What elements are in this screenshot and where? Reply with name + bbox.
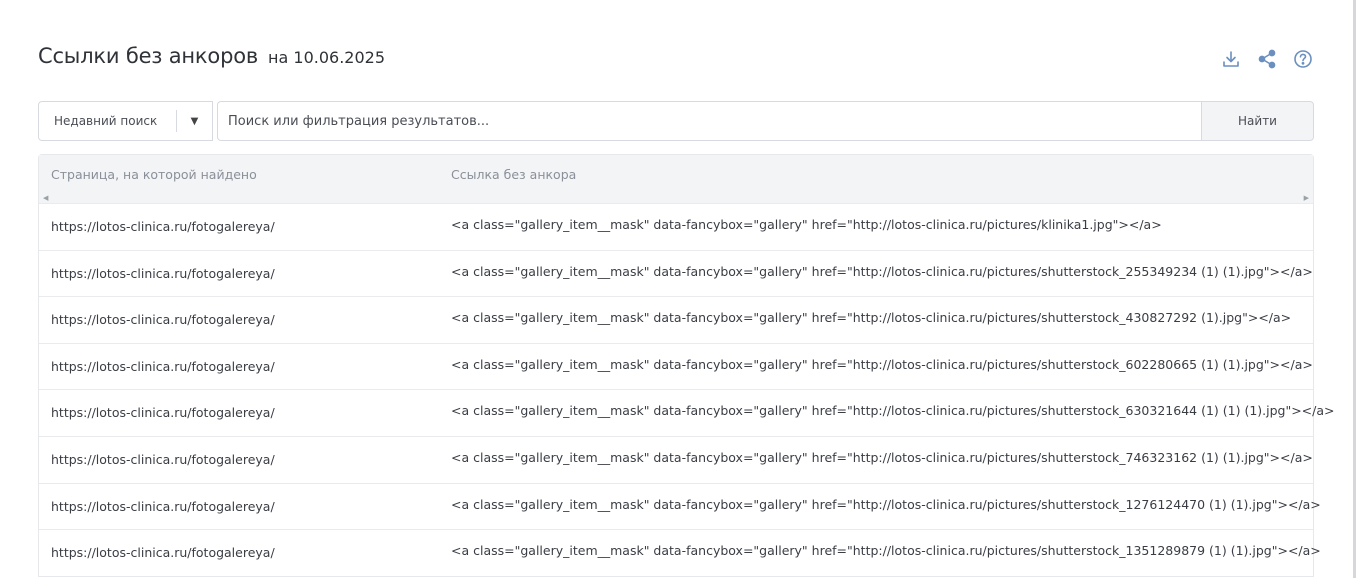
table-row[interactable]: https://lotos-clinica.ru/fotogalereya/ <… xyxy=(39,203,1313,250)
page-url-cell[interactable]: https://lotos-clinica.ru/fotogalereya/ xyxy=(51,405,275,420)
recent-search-label: Недавний поиск xyxy=(54,114,158,128)
results-table: Страница, на которой найдено Ссылка без … xyxy=(38,154,1335,577)
page-url-cell[interactable]: https://lotos-clinica.ru/fotogalereya/ xyxy=(51,219,275,234)
table-row[interactable]: https://lotos-clinica.ru/fotogalereya/ <… xyxy=(39,482,1321,530)
table-row[interactable]: https://lotos-clinica.ru/fotogalereya/ <… xyxy=(39,249,1313,297)
table-header: Страница, на которой найдено Ссылка без … xyxy=(39,155,1313,203)
download-icon[interactable] xyxy=(1220,48,1242,70)
link-cell: <a class="gallery_item__mask" data-fancy… xyxy=(451,310,1292,326)
page-url-cell[interactable]: https://lotos-clinica.ru/fotogalereya/ xyxy=(51,452,275,467)
link-cell: <a class="gallery_item__mask" data-fancy… xyxy=(451,543,1321,559)
page-url-cell[interactable]: https://lotos-clinica.ru/fotogalereya/ xyxy=(51,499,275,514)
page-header: Ссылки без анкоров на 10.06.2025 xyxy=(38,44,385,74)
horizontal-scrollbar[interactable]: ◀ ▶ xyxy=(39,193,1313,203)
table-row[interactable]: https://lotos-clinica.ru/fotogalereya/ <… xyxy=(39,389,1335,436)
link-cell: <a class="gallery_item__mask" data-fancy… xyxy=(451,356,1313,372)
search-button[interactable]: Найти xyxy=(1201,101,1314,141)
report-date: на 10.06.2025 xyxy=(268,48,385,67)
table-row[interactable]: https://lotos-clinica.ru/fotogalereya/ <… xyxy=(39,296,1313,343)
link-cell: <a class="gallery_item__mask" data-fancy… xyxy=(451,496,1321,512)
page-url-cell[interactable]: https://lotos-clinica.ru/fotogalereya/ xyxy=(51,266,275,281)
link-cell: <a class="gallery_item__mask" data-fancy… xyxy=(451,403,1335,419)
table-row[interactable]: https://lotos-clinica.ru/fotogalereya/ <… xyxy=(39,435,1313,483)
scroll-right-icon[interactable]: ▶ xyxy=(1304,194,1309,202)
table-row[interactable]: https://lotos-clinica.ru/fotogalereya/ <… xyxy=(39,529,1321,576)
scroll-left-icon[interactable]: ◀ xyxy=(43,194,48,202)
page-url-cell[interactable]: https://lotos-clinica.ru/fotogalereya/ xyxy=(51,312,275,327)
link-cell: <a class="gallery_item__mask" data-fancy… xyxy=(451,263,1313,279)
page-url-cell[interactable]: https://lotos-clinica.ru/fotogalereya/ xyxy=(51,545,275,560)
table-row[interactable]: https://lotos-clinica.ru/fotogalereya/ <… xyxy=(39,342,1313,390)
search-bar: Недавний поиск ▼ Найти xyxy=(38,101,1314,141)
link-cell: <a class="gallery_item__mask" data-fancy… xyxy=(451,217,1162,232)
search-input[interactable] xyxy=(217,101,1201,141)
page-url-cell[interactable]: https://lotos-clinica.ru/fotogalereya/ xyxy=(51,359,275,374)
column-header-page[interactable]: Страница, на которой найдено xyxy=(51,167,257,182)
page-title: Ссылки без анкоров xyxy=(38,44,259,68)
help-icon[interactable] xyxy=(1292,48,1314,70)
toolbar xyxy=(1220,48,1314,70)
recent-search-dropdown[interactable]: Недавний поиск ▼ xyxy=(38,101,213,141)
column-header-link[interactable]: Ссылка без анкора xyxy=(451,167,576,182)
link-cell: <a class="gallery_item__mask" data-fancy… xyxy=(451,449,1313,465)
share-icon[interactable] xyxy=(1256,48,1278,70)
chevron-down-icon[interactable]: ▼ xyxy=(176,110,212,132)
